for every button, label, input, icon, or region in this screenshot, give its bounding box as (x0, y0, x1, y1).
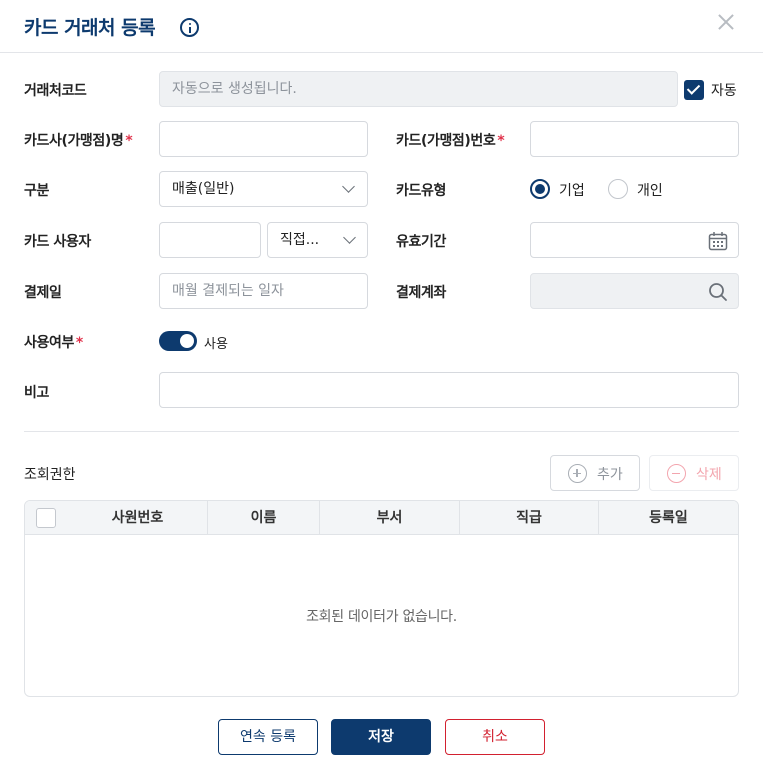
continue-register-button[interactable]: 연속 등록 (218, 719, 318, 755)
required-mark: * (497, 133, 505, 149)
card-number-label: 카드(가맹점)번호 * (396, 133, 505, 149)
column-header-employee-no[interactable]: 사원번호 (68, 501, 207, 535)
close-icon[interactable] (716, 12, 736, 32)
modal-header: 카드 거래처 등록 (0, 0, 763, 53)
chevron-down-icon (342, 180, 355, 193)
delete-button[interactable]: 삭제 (649, 455, 739, 491)
pay-account-label: 결제계좌 (396, 285, 446, 301)
empty-message: 조회된 데이터가 없습니다. (306, 609, 457, 625)
column-header-department[interactable]: 부서 (319, 501, 459, 535)
column-header-registered-date[interactable]: 등록일 (598, 501, 738, 535)
note-label: 비고 (24, 385, 49, 401)
usage-label: 사용여부 * (24, 335, 83, 351)
usage-toggle[interactable] (159, 331, 197, 351)
select-all-checkbox[interactable] (36, 508, 56, 528)
auto-checkbox[interactable] (684, 80, 704, 100)
usage-toggle-label: 사용 (204, 337, 228, 352)
permissions-grid: 사원번호 이름 부서 직급 등록일 조회된 데이터가 없습니다. (24, 500, 739, 697)
permissions-label: 조회권한 (24, 467, 76, 483)
validity-label: 유효기간 (396, 234, 446, 250)
save-button[interactable]: 저장 (331, 719, 431, 755)
card-type-radio-personal[interactable] (608, 179, 628, 199)
column-header-position[interactable]: 직급 (459, 501, 598, 535)
category-value: 매출(일반) (172, 181, 235, 197)
card-name-label: 카드사(가맹점)명 * (24, 133, 133, 149)
search-icon[interactable] (708, 282, 728, 302)
category-select[interactable]: 매출(일반) (159, 171, 368, 207)
card-user-label: 카드 사용자 (24, 234, 91, 250)
card-type-option-corporate: 기업 (559, 183, 585, 199)
chevron-down-icon (343, 231, 356, 244)
section-divider (24, 431, 739, 432)
delete-button-label: 삭제 (696, 467, 722, 483)
card-type-radio-corporate[interactable] (530, 179, 550, 199)
card-user-select[interactable]: 직접... (267, 222, 368, 258)
grid-header: 사원번호 이름 부서 직급 등록일 (25, 501, 738, 535)
column-header-name[interactable]: 이름 (207, 501, 319, 535)
card-type-label: 카드유형 (396, 183, 446, 199)
info-icon[interactable] (180, 18, 199, 37)
plus-circle-icon (568, 464, 587, 483)
card-user-select-value: 직접... (280, 232, 320, 248)
card-name-input[interactable] (159, 121, 368, 157)
cancel-button[interactable]: 취소 (445, 719, 545, 755)
card-type-option-personal: 개인 (637, 183, 663, 199)
required-mark: * (75, 335, 83, 351)
pay-day-label: 결제일 (24, 285, 62, 301)
add-button-label: 추가 (597, 467, 623, 483)
add-button[interactable]: 추가 (550, 455, 640, 491)
pay-day-placeholder: 매월 결제되는 일자 (172, 283, 284, 299)
category-label: 구분 (24, 183, 49, 199)
validity-input[interactable] (530, 222, 739, 258)
pay-day-input[interactable]: 매월 결제되는 일자 (159, 273, 368, 309)
pay-account-input (530, 273, 739, 309)
code-label: 거래처코드 (24, 83, 87, 99)
card-user-input[interactable] (159, 222, 261, 258)
code-placeholder: 자동으로 생성됩니다. (172, 81, 297, 97)
required-mark: * (125, 133, 133, 149)
calendar-icon[interactable] (708, 231, 728, 251)
auto-label: 자동 (711, 83, 737, 99)
code-input: 자동으로 생성됩니다. (159, 71, 678, 107)
minus-circle-icon (667, 464, 686, 483)
modal-title: 카드 거래처 등록 (24, 17, 156, 39)
card-number-input[interactable] (530, 121, 739, 157)
note-input[interactable] (159, 372, 739, 408)
